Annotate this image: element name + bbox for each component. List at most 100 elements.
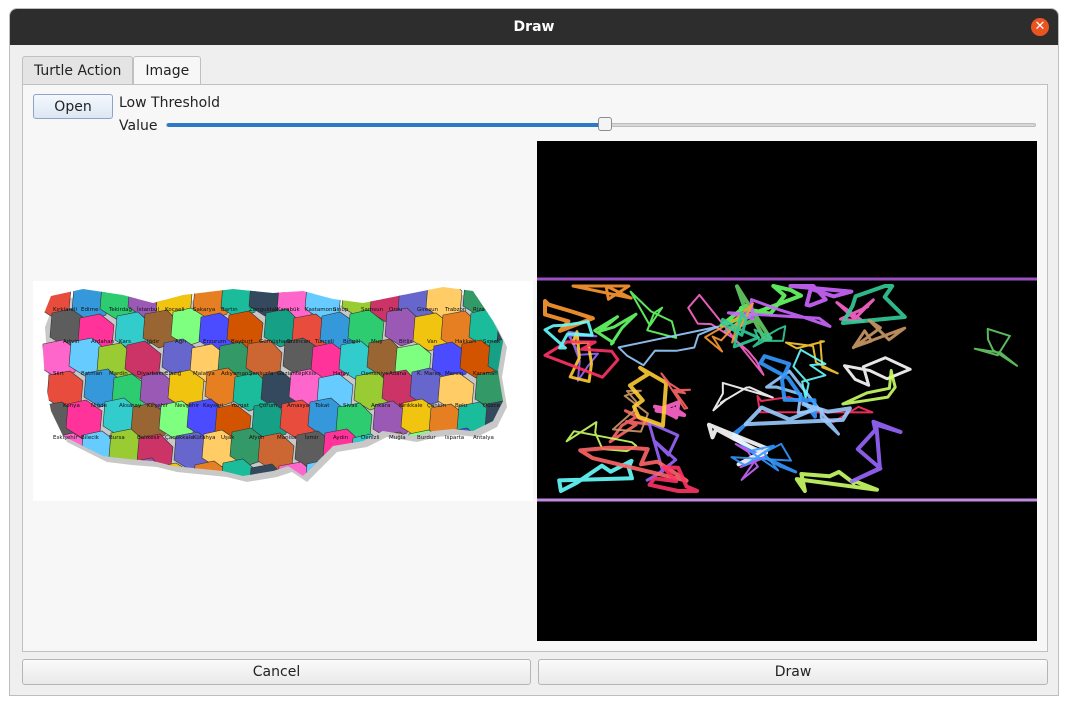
map-region: [369, 462, 407, 476]
province-label: Antalya: [473, 435, 494, 441]
province-label: K. Maraş: [417, 371, 441, 377]
edge-contour: [612, 389, 649, 433]
map-region: [99, 459, 137, 476]
edge-contour: [571, 284, 633, 301]
province-label: Düzce: [483, 403, 501, 409]
province-label: İzmir: [305, 434, 319, 441]
edge-contour: [568, 330, 593, 383]
edge-contour: [543, 320, 594, 350]
map-region: [499, 430, 503, 470]
province-label: Mersin: [445, 371, 464, 377]
province-label: Amasya: [287, 403, 309, 409]
map-region: [462, 463, 500, 476]
province-label: Kırşehir: [147, 403, 169, 409]
province-label: Kayseri: [203, 403, 224, 409]
edge-contour: [849, 419, 903, 484]
close-icon[interactable]: ✕: [1031, 18, 1049, 36]
edge-contour: [851, 318, 907, 350]
province-label: Artvin: [63, 339, 80, 345]
window-title: Draw: [513, 19, 555, 35]
province-label: Tekirdağ: [108, 306, 132, 313]
province-label: Adana: [389, 371, 406, 377]
map-region: [490, 461, 503, 476]
province-label: Iğdır: [147, 338, 160, 345]
cancel-button[interactable]: Cancel: [22, 659, 531, 685]
edge-contour: [712, 381, 774, 412]
draw-dialog: Draw ✕ Turtle Action Image Open Low Thre…: [9, 8, 1059, 696]
province-label: Kocaeli: [165, 307, 185, 313]
province-label: Erzurum: [203, 339, 226, 345]
province-label: Malatya: [193, 371, 215, 377]
source-image: Kırklareli Edirne Tekirdağ İstanbul Kocaeli S…: [33, 281, 533, 501]
province-label: Çankırı: [427, 403, 447, 409]
province-label: Eskişehir: [53, 435, 78, 441]
province-label: Tunceli: [314, 339, 334, 345]
province-label: Şırnak: [483, 339, 501, 345]
edge-image: [537, 141, 1037, 641]
map-region: [502, 368, 503, 408]
edge-contour: [543, 340, 620, 379]
open-button[interactable]: Open: [33, 94, 113, 119]
province-label: Ordu: [389, 307, 402, 313]
province-label: Sivas: [343, 403, 358, 409]
province-label: Siirt: [53, 371, 65, 377]
map-region: [71, 461, 109, 476]
edge-contours: [543, 284, 1018, 493]
province-label: Kırıkkale: [399, 403, 423, 409]
value-label: Value: [119, 118, 158, 134]
province-label: Niğde: [91, 402, 108, 409]
province-label: Erzincan: [287, 339, 311, 345]
slider-handle[interactable]: [598, 117, 613, 131]
province-label: Aydın: [333, 435, 349, 441]
province-label: Balıkesir: [137, 435, 161, 441]
province-label: Bartın: [221, 307, 238, 313]
province-label: Gaziantep: [277, 371, 305, 377]
province-label: Aksaray: [119, 403, 142, 409]
province-label: Zonguldak: [249, 307, 279, 313]
province-label: Bingöl: [343, 339, 361, 345]
province-label: Adıyaman: [221, 371, 249, 377]
province-label: Elazığ: [165, 370, 181, 377]
draw-button[interactable]: Draw: [538, 659, 1048, 685]
province-label: Yozgat: [230, 403, 250, 409]
low-threshold-label: Low Threshold: [119, 95, 221, 111]
image-tab-panel: Open Low Threshold Value Kırklareli Edirn…: [22, 84, 1048, 652]
province-label: Sakarya: [193, 307, 215, 313]
province-label: İstanbul: [137, 306, 159, 313]
province-label: Hatay: [333, 371, 350, 377]
province-label: Bolu: [455, 403, 467, 409]
province-label: Kütahya: [193, 435, 215, 441]
province-label: Kastamonu: [305, 307, 336, 313]
edge-contour: [973, 327, 1018, 367]
province-label: Hakkari: [455, 339, 476, 345]
province-label: Isparta: [445, 435, 464, 441]
threshold-slider[interactable]: [166, 117, 1036, 131]
province-label: Çanakkale: [165, 435, 194, 441]
slider-fill: [167, 123, 606, 127]
edge-contour: [617, 325, 720, 367]
title-bar[interactable]: Draw ✕: [10, 9, 1058, 45]
province-label: Rize: [473, 307, 485, 313]
province-label: Osmaniye: [361, 371, 389, 377]
map-region: [41, 463, 72, 476]
edge-contour: [629, 290, 678, 339]
province-label: Diyarbakır: [137, 371, 166, 377]
province-label: Mardin: [109, 371, 128, 377]
edge-contour: [843, 356, 912, 387]
province-label: Manisa: [277, 435, 296, 441]
province-label: Sinop: [333, 307, 349, 313]
province-label: Kilis: [305, 371, 316, 377]
province-label: Karaman: [473, 371, 498, 377]
edge-contour: [593, 312, 638, 346]
province-label: Samsun: [361, 307, 384, 313]
province-label: Bursa: [109, 435, 125, 441]
province-label: Uşak: [221, 435, 235, 441]
province-label: Ardahan: [91, 339, 115, 345]
province-label: Karabük: [277, 307, 300, 313]
edge-output-image: [537, 277, 1037, 502]
turkey-map-image: Kırklareli Edirne Tekirdağ İstanbul Kocaeli S…: [41, 287, 507, 482]
tab-turtle-action[interactable]: Turtle Action: [22, 56, 134, 84]
province-label: Kırklareli: [53, 307, 78, 313]
province-label: Ağrı: [175, 338, 187, 345]
tab-image[interactable]: Image: [133, 56, 202, 85]
